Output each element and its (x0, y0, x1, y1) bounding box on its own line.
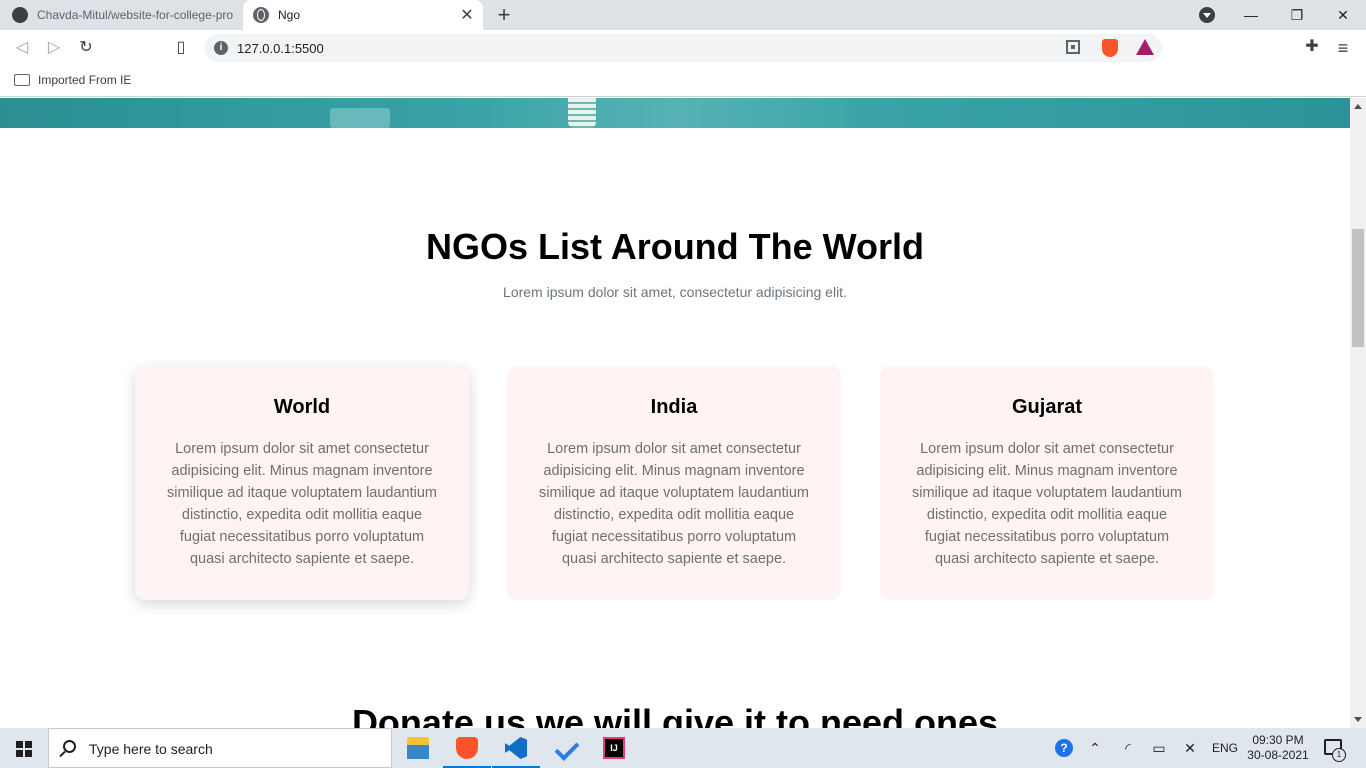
browser-toolbar: ◁ ▷ ↻ ▯ i 127.0.0.1:5500 ✚ ≡ (0, 30, 1366, 66)
bookmark-label: Imported From IE (38, 73, 132, 87)
tab-strip: Chavda-Mitul/website-for-college-pro Ngo… (0, 0, 1366, 30)
card-text: Lorem ipsum dolor sit amet consectetur a… (538, 441, 810, 567)
minimize-button[interactable]: — (1228, 0, 1274, 30)
tab-github[interactable]: Chavda-Mitul/website-for-college-pro (0, 0, 243, 30)
card-title: World (273, 396, 331, 418)
volume-muted-icon[interactable]: ✕ (1182, 740, 1198, 756)
tab-title: Ngo (278, 8, 301, 22)
notification-badge: 1 (1332, 748, 1346, 762)
card-text: Lorem ipsum dolor sit amet consectetur a… (911, 441, 1183, 567)
section-title: NGOs List Around The World (426, 226, 924, 267)
ngo-card-gujarat: Gujarat Lorem ipsum dolor sit amet conse… (880, 366, 1214, 600)
search-placeholder: Type here to search (89, 741, 213, 757)
back-icon[interactable]: ◁ (10, 36, 34, 60)
close-tab-icon[interactable]: ✕ (455, 5, 479, 25)
new-tab-button[interactable]: + (492, 2, 516, 28)
chevron-up-icon[interactable]: ⌃ (1087, 740, 1103, 756)
vscode-app[interactable] (492, 728, 540, 768)
card-title: Gujarat (1011, 396, 1083, 418)
todo-app[interactable] (541, 728, 589, 768)
tab-title: Chavda-Mitul/website-for-college-pro (37, 8, 234, 22)
tab-ngo[interactable]: Ngo ✕ (243, 0, 483, 30)
todo-icon (554, 737, 576, 759)
intellij-icon: IJ (603, 737, 625, 759)
extensions-icon[interactable]: ✚ (1303, 38, 1321, 56)
bookmark-icon[interactable]: ▯ (169, 36, 193, 60)
folder-icon (14, 74, 30, 86)
card-title: India (650, 396, 698, 418)
battery-icon[interactable]: ▭ (1151, 740, 1167, 756)
reload-icon[interactable]: ↻ (74, 36, 98, 60)
clock-time: 09:30 PM (1252, 733, 1304, 747)
menu-icon[interactable]: ≡ (1334, 36, 1352, 60)
brave-icon (456, 737, 478, 759)
windows-taskbar: Type here to search IJ ? ⌃ ◜ ▭ ✕ ENG 09:… (0, 728, 1366, 768)
taskbar-search[interactable]: Type here to search (48, 728, 392, 768)
ngo-card-india: India Lorem ipsum dolor sit amet consect… (507, 366, 841, 600)
brave-shield-icon[interactable] (1102, 39, 1118, 57)
card-text: Lorem ipsum dolor sit amet consectetur a… (166, 441, 438, 567)
hero-image (0, 98, 1350, 128)
intellij-app[interactable]: IJ (590, 728, 638, 768)
language-indicator[interactable]: ENG (1212, 741, 1238, 755)
clock-date: 30-08-2021 (1247, 748, 1309, 762)
bookmark-imported-from-ie[interactable]: Imported From IE (14, 73, 131, 87)
search-icon (63, 740, 76, 753)
restore-button[interactable]: ❐ (1274, 0, 1320, 30)
forward-icon[interactable]: ▷ (42, 36, 66, 60)
wifi-icon[interactable]: ◜ (1120, 740, 1136, 756)
github-icon (12, 7, 28, 23)
page-scrollbar[interactable] (1350, 98, 1366, 728)
file-explorer-icon (407, 737, 429, 759)
qr-code-icon[interactable] (1066, 40, 1080, 54)
windows-icon (16, 741, 32, 757)
brave-rewards-icon[interactable] (1136, 39, 1154, 55)
info-icon[interactable]: i (214, 41, 228, 55)
tab-search-icon[interactable] (1199, 7, 1215, 23)
file-explorer-app[interactable] (394, 728, 442, 768)
globe-icon (253, 7, 269, 23)
scroll-thumb[interactable] (1352, 229, 1364, 347)
scroll-up-icon[interactable] (1354, 104, 1362, 109)
url-text[interactable]: 127.0.0.1:5500 (237, 41, 324, 56)
address-bar[interactable]: i 127.0.0.1:5500 (204, 34, 1162, 62)
bookmarks-bar: Imported From IE (0, 66, 1366, 97)
page-viewport: NGOs List Around The World Lorem ipsum d… (0, 98, 1350, 728)
donate-title: Donate us we will give it to need ones (351, 702, 999, 728)
help-icon[interactable]: ? (1055, 739, 1073, 757)
clock[interactable]: 09:30 PM 30-08-2021 (1244, 733, 1312, 763)
brave-app[interactable] (443, 728, 491, 768)
ngo-card-world: World Lorem ipsum dolor sit amet consect… (135, 366, 469, 600)
scroll-down-icon[interactable] (1354, 717, 1362, 722)
vscode-icon (505, 737, 527, 759)
section-subtitle: Lorem ipsum dolor sit amet, consectetur … (503, 284, 847, 300)
start-button[interactable] (0, 728, 48, 768)
close-window-button[interactable]: ✕ (1320, 0, 1366, 30)
